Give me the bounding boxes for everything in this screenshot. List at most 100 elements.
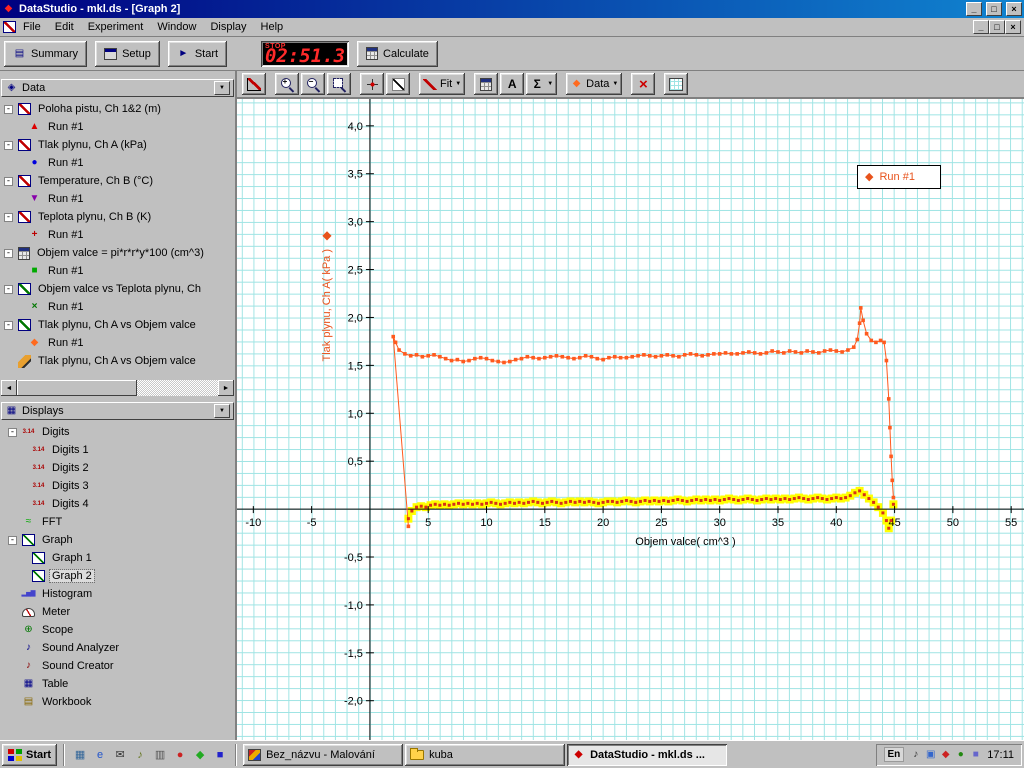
keyboard-layout-indicator[interactable]: En	[884, 747, 905, 762]
tree-expander-icon[interactable]: -	[4, 141, 13, 150]
calculate-tool-button[interactable]	[474, 73, 498, 95]
tree-expander-icon[interactable]: -	[4, 249, 13, 258]
scroll-track[interactable]	[17, 380, 218, 396]
display-subitem[interactable]: 3.14Digits 4	[0, 495, 235, 513]
scroll-thumb[interactable]	[17, 380, 137, 396]
display-item[interactable]: ▂▅▇Histogram	[0, 585, 235, 603]
task-folder-kuba-button[interactable]: kuba	[405, 744, 565, 766]
quicklaunch-settings-icon[interactable]: ■	[211, 745, 229, 765]
tray-volume-icon[interactable]: ♪	[909, 748, 922, 761]
text-annotation-button[interactable]: A	[500, 73, 524, 95]
data-run-item[interactable]: ▲Run #1	[0, 118, 235, 136]
task-paint-button[interactable]: Bez_názvu - Malování	[243, 744, 403, 766]
dropdown-arrow-icon[interactable]: ▼	[455, 81, 461, 87]
start-menu-button[interactable]: Start	[2, 744, 57, 766]
smart-tool-button[interactable]	[360, 73, 384, 95]
data-item[interactable]: Tlak plynu, Ch A vs Objem valce	[0, 352, 235, 370]
display-subitem[interactable]: Graph 1	[0, 549, 235, 567]
close-button[interactable]: ×	[1006, 2, 1022, 16]
child-minimize-button[interactable]: _	[973, 20, 989, 34]
display-item[interactable]: ≈FFT	[0, 513, 235, 531]
maximize-button[interactable]: □	[986, 2, 1002, 16]
display-item[interactable]: ▤Workbook	[0, 693, 235, 711]
menu-help[interactable]: Help	[254, 19, 291, 35]
data-tree-hscrollbar[interactable]: ◄ ►	[1, 380, 234, 396]
task-datastudio-button[interactable]: ◆DataStudio - mkl.ds ...	[567, 744, 727, 766]
menu-file[interactable]: File	[16, 19, 48, 35]
menu-experiment[interactable]: Experiment	[81, 19, 151, 35]
slope-tool-button[interactable]	[386, 73, 410, 95]
data-panel-dropdown[interactable]: ▼	[214, 81, 230, 95]
menu-window[interactable]: Window	[150, 19, 203, 35]
data-item[interactable]: -Tlak plynu, Ch A vs Objem valce	[0, 316, 235, 334]
display-subitem[interactable]: Graph 2	[0, 567, 235, 585]
statistics-button[interactable]: Σ▼	[526, 73, 557, 95]
zoom-out-button[interactable]: −	[301, 73, 325, 95]
tree-expander-icon[interactable]: -	[8, 536, 17, 545]
zoom-in-button[interactable]: +	[275, 73, 299, 95]
setup-button[interactable]: Setup	[95, 41, 160, 67]
dropdown-arrow-icon[interactable]: ▼	[612, 81, 618, 87]
child-restore-button[interactable]: □	[989, 20, 1005, 34]
quicklaunch-show-desktop-icon[interactable]: ▦	[71, 745, 89, 765]
scale-to-fit-button[interactable]	[242, 73, 266, 95]
tray-antivirus-icon[interactable]: ◆	[939, 748, 952, 761]
quicklaunch-security-icon[interactable]: ●	[171, 745, 189, 765]
taskbar-clock[interactable]: 17:11	[987, 749, 1014, 761]
data-item[interactable]: -Objem valce vs Teplota plynu, Ch	[0, 280, 235, 298]
chart-area[interactable]: -10-55101520253035404550554,03,53,02,52,…	[237, 98, 1024, 740]
tree-expander-icon[interactable]: -	[4, 213, 13, 222]
quicklaunch-calculator-icon[interactable]: ▥	[151, 745, 169, 765]
data-menu-button[interactable]: ◆Data▼	[566, 73, 622, 95]
zoom-select-button[interactable]	[327, 73, 351, 95]
display-item[interactable]: ♪Sound Creator	[0, 657, 235, 675]
title-bar[interactable]: ◆ DataStudio - mkl.ds - [Graph 2] _ □ ×	[0, 0, 1024, 18]
minimize-button[interactable]: _	[966, 2, 982, 16]
data-item[interactable]: -Teplota plynu, Ch B (K)	[0, 208, 235, 226]
display-item[interactable]: -Graph	[0, 531, 235, 549]
tray-network-icon[interactable]: ■	[969, 748, 982, 761]
data-run-item[interactable]: ×Run #1	[0, 298, 235, 316]
tree-expander-icon[interactable]: -	[4, 177, 13, 186]
data-item[interactable]: -Objem valce = pi*r*r*y*100 (cm^3)	[0, 244, 235, 262]
tree-expander-icon[interactable]: -	[4, 321, 13, 330]
display-subitem[interactable]: 3.14Digits 1	[0, 441, 235, 459]
display-item[interactable]: ▦Table	[0, 675, 235, 693]
menu-display[interactable]: Display	[203, 19, 253, 35]
display-item[interactable]: Meter	[0, 603, 235, 621]
tray-scheduler-icon[interactable]: ●	[954, 748, 967, 761]
data-run-item[interactable]: ◆Run #1	[0, 334, 235, 352]
display-subitem[interactable]: 3.14Digits 2	[0, 459, 235, 477]
remove-button[interactable]: ×	[631, 73, 655, 95]
data-run-item[interactable]: +Run #1	[0, 226, 235, 244]
tree-expander-icon[interactable]: -	[4, 285, 13, 294]
scroll-right-button[interactable]: ►	[218, 380, 234, 396]
calculate-button[interactable]: Calculate	[357, 41, 438, 67]
displays-panel-dropdown[interactable]: ▼	[214, 404, 230, 418]
menu-edit[interactable]: Edit	[48, 19, 81, 35]
display-item[interactable]: -3.14Digits	[0, 423, 235, 441]
tree-expander-icon[interactable]: -	[4, 105, 13, 114]
quicklaunch-internet-icon[interactable]: e	[91, 745, 109, 765]
tray-display-icon[interactable]: ▣	[924, 748, 937, 761]
quicklaunch-mail-icon[interactable]: ✉	[111, 745, 129, 765]
child-close-button[interactable]: ×	[1005, 20, 1021, 34]
data-panel-header[interactable]: ◈ Data ▼	[1, 79, 234, 97]
displays-panel-header[interactable]: ▦ Displays ▼	[1, 402, 234, 420]
display-item[interactable]: ⊕Scope	[0, 621, 235, 639]
tree-expander-icon[interactable]: -	[8, 428, 17, 437]
quicklaunch-archive-icon[interactable]: ◆	[191, 745, 209, 765]
summary-button[interactable]: ▤Summary	[4, 41, 87, 67]
data-item[interactable]: -Poloha pistu, Ch 1&2 (m)	[0, 100, 235, 118]
dropdown-arrow-icon[interactable]: ▼	[547, 81, 553, 87]
scroll-left-button[interactable]: ◄	[1, 380, 17, 396]
data-run-item[interactable]: ▼Run #1	[0, 190, 235, 208]
legend[interactable]: ◆ Run #1	[857, 165, 941, 189]
display-item[interactable]: ♪Sound Analyzer	[0, 639, 235, 657]
data-run-item[interactable]: ●Run #1	[0, 154, 235, 172]
quicklaunch-media-icon[interactable]: ♪	[131, 745, 149, 765]
start-button[interactable]: ►Start	[168, 41, 227, 67]
data-item[interactable]: -Tlak plynu, Ch A (kPa)	[0, 136, 235, 154]
data-item[interactable]: -Temperature, Ch B (°C)	[0, 172, 235, 190]
graph-settings-button[interactable]	[664, 73, 688, 95]
